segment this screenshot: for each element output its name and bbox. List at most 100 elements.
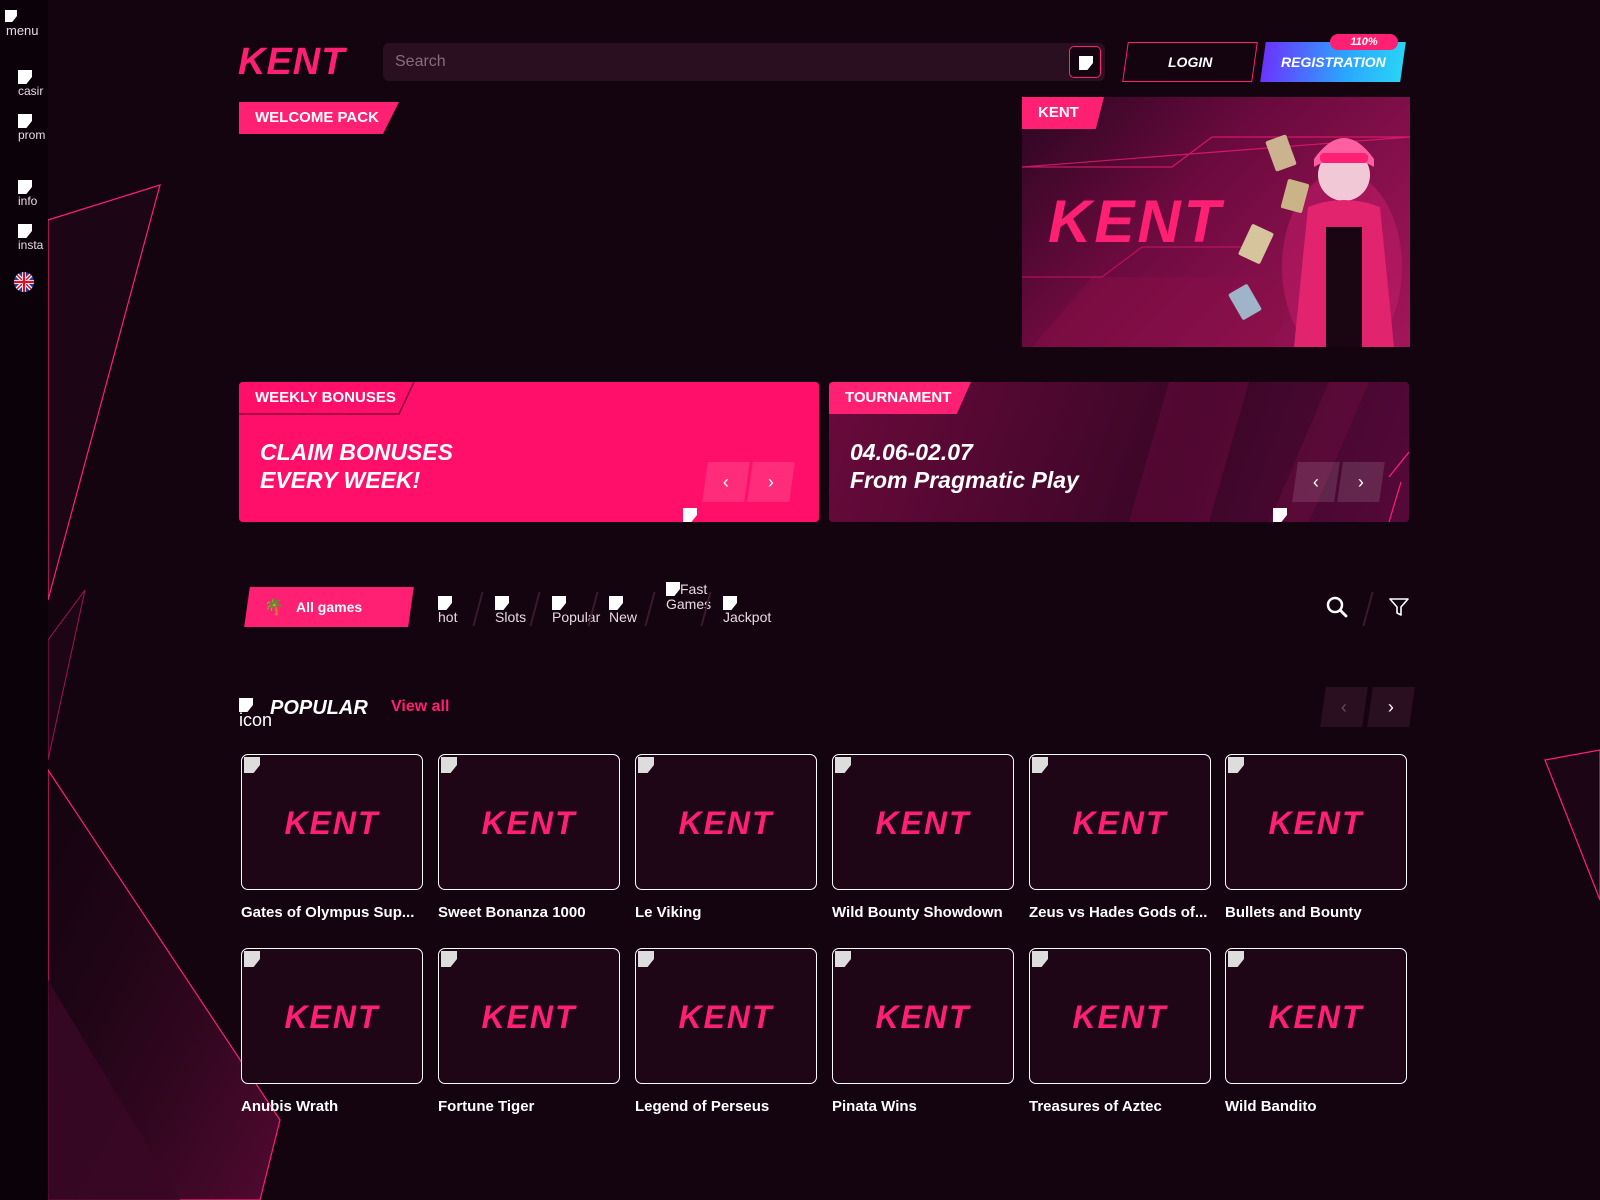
popular-carousel-controls: ‹ › — [1320, 687, 1415, 729]
header: KENT LOGIN REGISTRATION 110% — [238, 34, 1408, 84]
search-submit-button[interactable] — [1069, 46, 1101, 78]
thumbnail-logo: KENT — [678, 999, 774, 1035]
game-thumbnail[interactable]: KENT — [438, 754, 620, 890]
popular-title: POPULAR — [270, 697, 368, 719]
search-icon — [1079, 56, 1093, 70]
game-thumbnail[interactable]: KENT — [832, 948, 1014, 1084]
instagram-icon — [18, 224, 32, 238]
login-button[interactable]: LOGIN — [1122, 42, 1258, 82]
category-new[interactable]: New — [609, 596, 637, 625]
sidebar-item-instagram[interactable]: insta — [18, 224, 48, 254]
game-card[interactable]: KENT Zeus vs Hades Gods of... — [1029, 754, 1211, 921]
game-card[interactable]: KENT Wild Bandito — [1225, 948, 1407, 1115]
filter-divider — [1362, 592, 1374, 626]
game-thumbnail[interactable]: KENT — [1225, 754, 1407, 890]
game-name: Le Viking — [635, 904, 702, 921]
kent-logo[interactable]: KENT — [238, 42, 345, 82]
popular-icon: icon — [239, 698, 272, 729]
game-thumbnail[interactable]: KENT — [438, 948, 620, 1084]
filter-funnel-icon[interactable] — [1387, 595, 1411, 619]
tournament-title-line1: 04.06-02.07 — [850, 439, 973, 465]
game-name: Anubis Wrath — [241, 1098, 339, 1115]
game-name: Treasures of Aztec — [1029, 1098, 1162, 1115]
menu-button[interactable]: menu — [5, 10, 48, 44]
registration-label: REGISTRATION — [1280, 54, 1386, 70]
tournament-carousel-controls: ‹ › — [1292, 462, 1385, 502]
tournament-prev-button[interactable]: ‹ — [1292, 462, 1340, 502]
registration-bonus-badge: 110% — [1330, 34, 1398, 50]
game-card[interactable]: KENT Le Viking — [635, 754, 817, 921]
thumbnail-logo: KENT — [1072, 999, 1168, 1035]
sidebar-item-info[interactable]: info — [18, 180, 48, 210]
view-all-link[interactable]: View all — [391, 698, 449, 716]
thumbnail-placeholder-icon — [1228, 757, 1244, 773]
game-card[interactable]: KENT Bullets and Bounty — [1225, 754, 1407, 921]
weekly-next-button[interactable]: › — [747, 462, 795, 502]
thumbnail-logo: KENT — [284, 805, 380, 841]
sidebar-item-promo[interactable]: prom — [18, 114, 48, 144]
popular-section-header: icon POPULAR View all ‹ › — [239, 687, 1415, 740]
jackpot-icon — [723, 596, 737, 610]
game-name: Gates of Olympus Sup... — [241, 904, 415, 921]
game-card[interactable]: KENT Anubis Wrath — [241, 948, 423, 1115]
game-thumbnail[interactable]: KENT — [241, 754, 423, 890]
game-card[interactable]: KENT Pinata Wins — [832, 948, 1014, 1115]
game-card[interactable]: KENT Sweet Bonanza 1000 — [438, 754, 620, 921]
game-search-icon[interactable] — [1325, 595, 1349, 619]
game-thumbnail[interactable]: KENT — [241, 948, 423, 1084]
casino-icon — [18, 70, 32, 84]
game-thumbnail[interactable]: KENT — [832, 754, 1014, 890]
sidebar-item-label: casir — [18, 84, 44, 98]
game-card[interactable]: KENT Wild Bounty Showdown — [832, 754, 1014, 921]
slots-icon — [495, 596, 509, 610]
chevron-right-icon: › — [768, 471, 774, 492]
category-label: Slots — [495, 609, 527, 625]
sidebar-item-casino[interactable]: casir — [18, 70, 48, 100]
weekly-title-line1: CLAIM BONUSES — [260, 439, 453, 465]
sidebar: menu casir prom info insta — [0, 0, 48, 1200]
thumbnail-logo: KENT — [284, 999, 380, 1035]
category-divider — [472, 592, 484, 626]
game-thumbnail[interactable]: KENT — [1029, 754, 1211, 890]
game-name: Legend of Perseus — [635, 1098, 770, 1115]
chevron-left-icon: ‹ — [1313, 471, 1319, 492]
category-divider — [529, 592, 541, 626]
game-card[interactable]: KENT Legend of Perseus — [635, 948, 817, 1115]
hot-icon — [438, 596, 452, 610]
uk-flag-icon[interactable] — [14, 272, 34, 292]
category-jackpot[interactable]: Jackpot — [723, 596, 771, 625]
game-thumbnail[interactable]: KENT — [635, 754, 817, 890]
promo-weekly-bonuses[interactable]: WEEKLY BONUSES CLAIM BONUSES EVERY WEEK!… — [239, 382, 819, 522]
category-slots[interactable]: Slots — [495, 596, 526, 625]
game-card[interactable]: KENT Gates of Olympus Sup... — [241, 754, 423, 921]
search-input[interactable] — [395, 43, 1035, 81]
welcome-pack-tag: WELCOME PACK — [239, 102, 399, 134]
chevron-right-icon: › — [1358, 471, 1364, 492]
promo-tournament[interactable]: TOURNAMENT 04.06-02.07 From Pragmatic Pl… — [829, 382, 1409, 522]
game-thumbnail[interactable]: KENT — [1225, 948, 1407, 1084]
thumbnail-logo: KENT — [1268, 805, 1364, 841]
hero-banner[interactable]: KENT KENT — [1022, 97, 1410, 347]
game-name: Bullets and Bounty — [1225, 904, 1362, 921]
tournament-next-button[interactable]: › — [1337, 462, 1385, 502]
weekly-carousel-controls: ‹ › — [702, 462, 795, 502]
category-hot[interactable]: hot — [438, 596, 457, 625]
game-card[interactable]: KENT Treasures of Aztec — [1029, 948, 1211, 1115]
game-card[interactable]: KENT Fortune Tiger — [438, 948, 620, 1115]
game-thumbnail[interactable]: KENT — [1029, 948, 1211, 1084]
thumbnail-placeholder-icon — [835, 951, 851, 967]
all-games-button[interactable]: 🌴 All games — [244, 587, 414, 627]
new-icon — [609, 596, 623, 610]
game-name: Wild Bandito — [1225, 1098, 1317, 1115]
palm-tree-icon: 🌴 — [263, 599, 284, 616]
game-thumbnail[interactable]: KENT — [635, 948, 817, 1084]
weekly-bonuses-title: CLAIM BONUSES EVERY WEEK! — [260, 438, 453, 494]
search-bar — [383, 43, 1105, 81]
thumbnail-logo: KENT — [875, 805, 971, 841]
popular-prev-button[interactable]: ‹ — [1320, 687, 1368, 727]
thumbnail-placeholder-icon — [1032, 951, 1048, 967]
chevron-left-icon: ‹ — [1341, 696, 1347, 717]
thumbnail-logo: KENT — [481, 999, 577, 1035]
weekly-prev-button[interactable]: ‹ — [702, 462, 750, 502]
popular-next-button[interactable]: › — [1367, 687, 1415, 727]
